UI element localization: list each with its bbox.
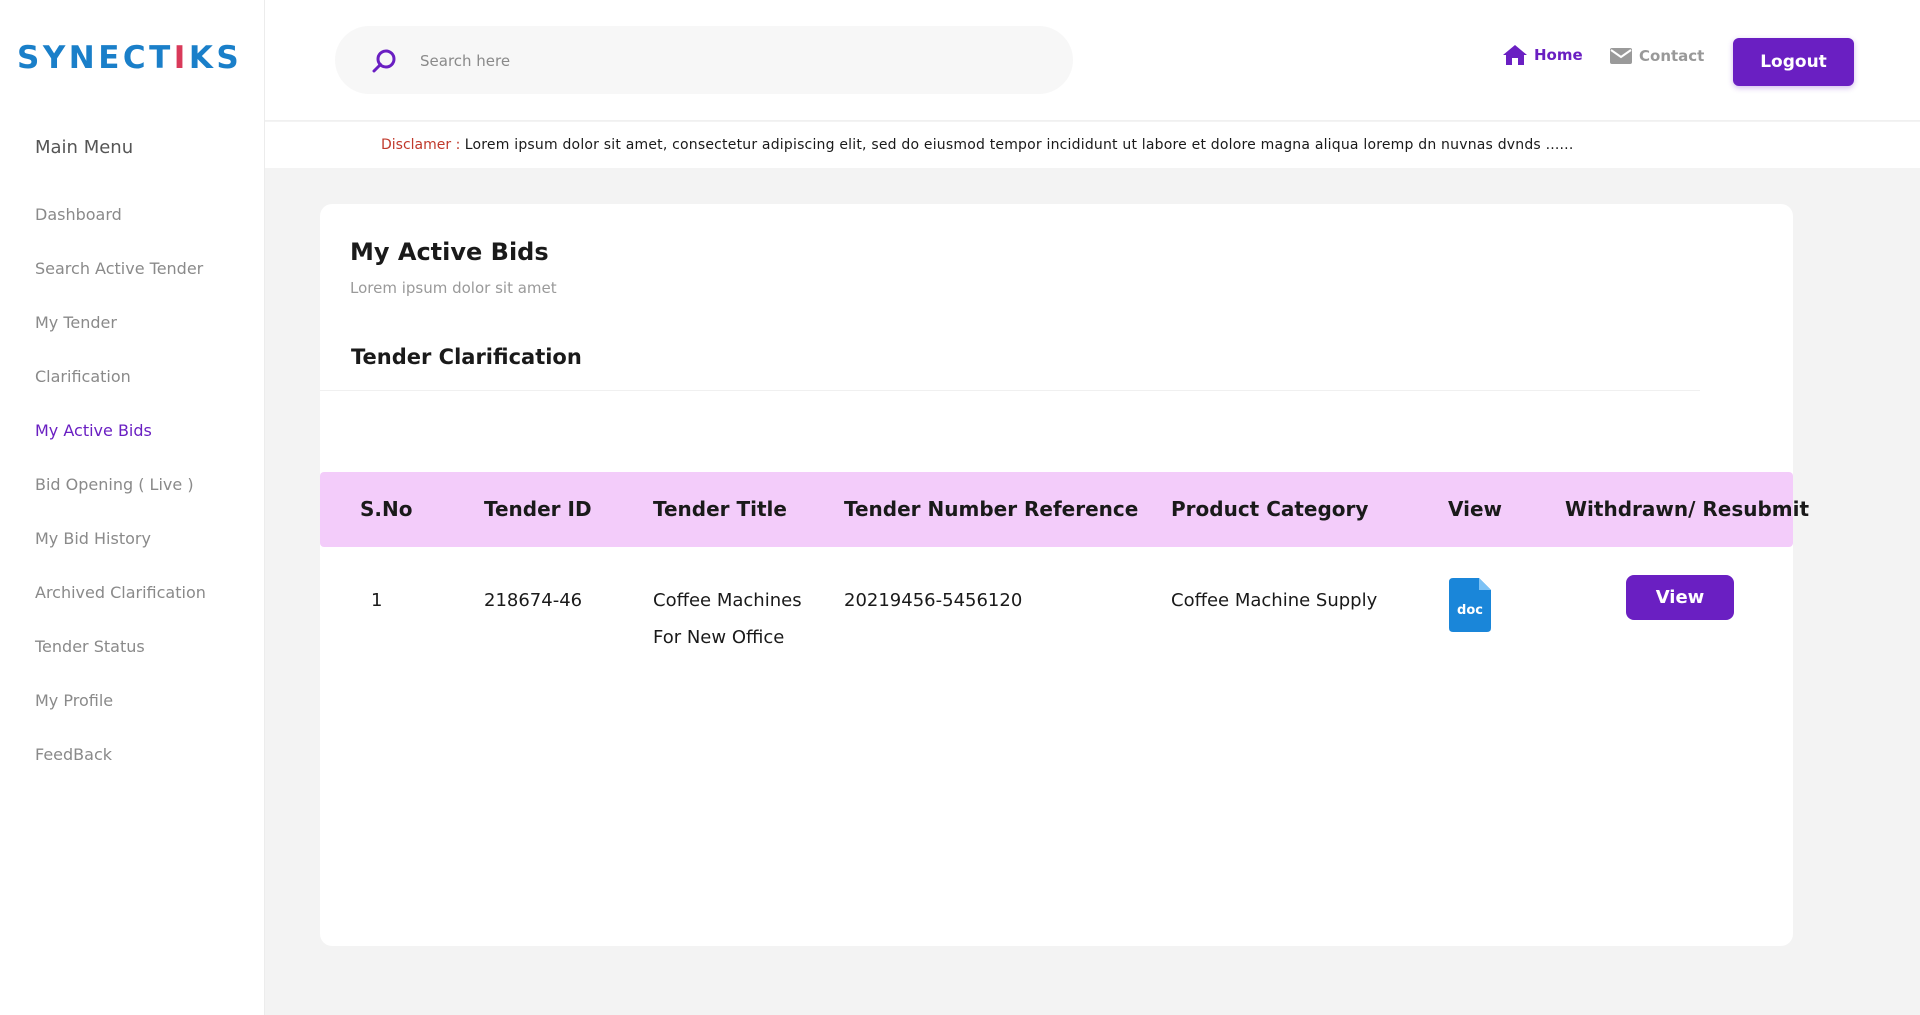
header-product-category: Product Category [1171, 497, 1369, 521]
main-menu-title: Main Menu [35, 137, 134, 158]
header-sno: S.No [360, 497, 413, 521]
sidebar-item-my-active-bids[interactable]: My Active Bids [35, 416, 206, 470]
search-icon[interactable] [371, 48, 397, 74]
disclaimer-text: Lorem ipsum dolor sit amet, consectetur … [464, 137, 1574, 153]
sidebar-item-my-tender[interactable]: My Tender [35, 308, 206, 362]
doc-file-icon[interactable]: doc [1449, 578, 1491, 632]
header-tender-number-reference: Tender Number Reference [844, 497, 1139, 521]
sidebar: SYNECTIKS Main Menu Dashboard Search Act… [0, 0, 265, 1015]
contact-label: Contact [1639, 47, 1705, 65]
main-menu: Dashboard Search Active Tender My Tender… [35, 200, 206, 794]
top-header: Home Contact Logout [265, 0, 1920, 121]
page-subtitle: Lorem ipsum dolor sit amet [350, 279, 557, 297]
synectiks-logo[interactable]: SYNECTIKS [17, 40, 242, 76]
disclaimer-label: Disclamer : [381, 137, 461, 153]
nav-home-link[interactable]: Home [1502, 44, 1583, 66]
sidebar-item-bid-opening-live[interactable]: Bid Opening ( Live ) [35, 470, 206, 524]
page-title: My Active Bids [350, 238, 549, 266]
sidebar-item-my-bid-history[interactable]: My Bid History [35, 524, 206, 578]
section-title: Tender Clarification [351, 345, 582, 369]
sidebar-item-clarification[interactable]: Clarification [35, 362, 206, 416]
header-tender-title: Tender Title [653, 497, 787, 521]
disclaimer-bar: Disclamer : Lorem ipsum dolor sit amet, … [265, 122, 1920, 168]
section-divider [320, 390, 1700, 391]
active-bids-card: My Active Bids Lorem ipsum dolor sit ame… [320, 204, 1809, 946]
header-tender-id: Tender ID [484, 497, 592, 521]
nav-contact-link[interactable]: Contact [1609, 46, 1704, 66]
search-bar[interactable] [335, 26, 1073, 94]
table-header: S.No Tender ID Tender Title Tender Numbe… [320, 472, 1809, 547]
cell-reference: 20219456-5456120 [844, 590, 1023, 611]
home-label: Home [1534, 46, 1583, 64]
cell-tender-title-line1: Coffee Machines [653, 590, 802, 611]
withdraw-resubmit-view-button[interactable]: View [1626, 575, 1734, 620]
cell-sno: 1 [371, 590, 383, 611]
sidebar-item-feedback[interactable]: FeedBack [35, 740, 206, 794]
sidebar-item-dashboard[interactable]: Dashboard [35, 200, 206, 254]
cell-product-category: Coffee Machine Supply [1171, 590, 1378, 611]
sidebar-item-archived-clarification[interactable]: Archived Clarification [35, 578, 206, 632]
cell-tender-id: 218674-46 [484, 590, 583, 611]
sidebar-item-tender-status[interactable]: Tender Status [35, 632, 206, 686]
sidebar-item-my-profile[interactable]: My Profile [35, 686, 206, 740]
envelope-icon [1610, 48, 1632, 64]
sidebar-item-search-active-tender[interactable]: Search Active Tender [35, 254, 206, 308]
doc-file-label: doc [1457, 603, 1483, 618]
cell-tender-title-line2: For New Office [653, 627, 785, 648]
header-withdrawn-resubmit: Withdrawn/ Resubmit [1565, 497, 1810, 521]
home-icon [1503, 45, 1527, 65]
header-view: View [1448, 497, 1503, 521]
logout-button[interactable]: Logout [1733, 38, 1854, 86]
search-input[interactable] [420, 46, 1020, 76]
